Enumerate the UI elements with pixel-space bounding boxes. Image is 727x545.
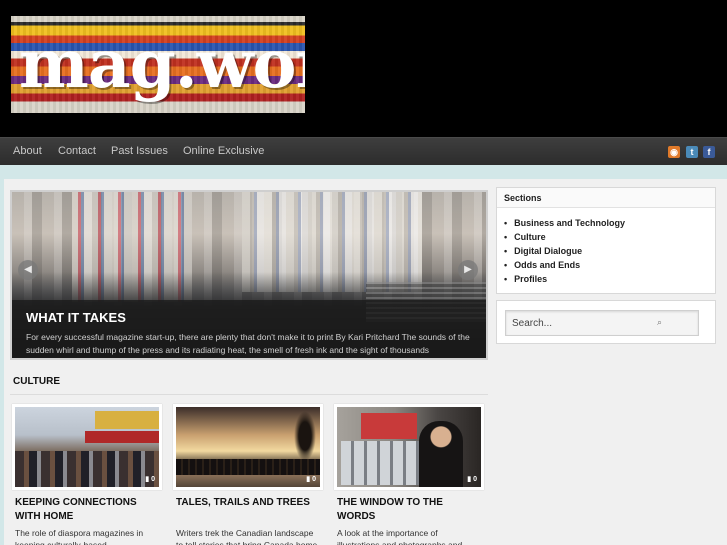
comment-count[interactable]: ▮ 0 <box>467 475 477 483</box>
article-card: ▮ 0 THE WINDOW TO THE WORDS A look at th… <box>334 404 484 545</box>
comment-count-value: 0 <box>151 476 155 483</box>
thumbnail-detail <box>419 421 463 487</box>
slider-next-icon[interactable]: ▶ <box>458 260 478 280</box>
article-excerpt: A look at the importance of illustration… <box>337 528 463 545</box>
sections-list: Business and Technology Culture Digital … <box>504 216 625 286</box>
logo-text: mag.world <box>19 25 305 103</box>
article-thumbnail[interactable]: ▮ 0 <box>12 404 162 490</box>
slide-title[interactable]: WHAT IT TAKES <box>26 310 126 325</box>
article-thumbnail[interactable]: ▮ 0 <box>334 404 484 490</box>
comment-count[interactable]: ▮ 0 <box>306 475 316 483</box>
thumbnail-detail <box>95 411 159 429</box>
comment-count-value: 0 <box>473 476 477 483</box>
search-input[interactable] <box>505 310 699 336</box>
article-card: ▮ 0 TALES, TRAILS AND TREES Writers trek… <box>173 404 323 545</box>
culture-heading: CULTURE <box>13 376 61 387</box>
nav-item-contact[interactable]: Contact <box>58 145 96 157</box>
rss-icon[interactable]: ◉ <box>668 146 680 158</box>
thumbnail-detail <box>294 411 316 461</box>
article-title[interactable]: TALES, TRAILS AND TREES <box>176 496 321 510</box>
thumbnail-detail <box>341 441 425 485</box>
thumbnail-detail <box>15 451 159 487</box>
twitter-icon[interactable]: t <box>686 146 698 158</box>
section-link-business-technology[interactable]: Business and Technology <box>504 216 625 230</box>
comment-count-value: 0 <box>312 476 316 483</box>
nav-item-past-issues[interactable]: Past Issues <box>111 145 168 157</box>
slide-excerpt: For every successful magazine start-up, … <box>26 332 470 355</box>
search-icon[interactable]: ⌕ <box>657 317 662 328</box>
slider-prev-icon[interactable]: ◀ <box>18 260 38 280</box>
article-title[interactable]: THE WINDOW TO THE WORDS <box>337 496 482 524</box>
thumbnail-detail <box>85 431 159 443</box>
thumbnail-detail <box>176 459 320 475</box>
section-link-odds-and-ends[interactable]: Odds and Ends <box>504 258 625 272</box>
facebook-icon[interactable]: f <box>703 146 715 158</box>
search-widget: ⌕ <box>496 300 716 344</box>
section-link-culture[interactable]: Culture <box>504 230 625 244</box>
sections-widget: Sections Business and Technology Culture… <box>496 187 716 294</box>
thumbnail-detail <box>361 413 417 439</box>
comment-count[interactable]: ▮ 0 <box>145 475 155 483</box>
site-header: mag.world <box>0 0 727 137</box>
featured-slider[interactable]: WHAT IT TAKES For every successful magaz… <box>10 190 488 360</box>
divider <box>10 394 488 395</box>
sections-title: Sections <box>497 188 715 208</box>
thumbnail-detail <box>176 475 320 487</box>
article-title[interactable]: KEEPING CONNECTIONS WITH HOME <box>15 496 160 524</box>
nav-item-about[interactable]: About <box>13 145 42 157</box>
section-link-profiles[interactable]: Profiles <box>504 272 625 286</box>
main-nav: About Contact Past Issues Online Exclusi… <box>0 137 727 165</box>
site-logo[interactable]: mag.world <box>11 16 305 113</box>
article-card: ▮ 0 KEEPING CONNECTIONS WITH HOME The ro… <box>12 404 162 545</box>
article-excerpt: The role of diaspora magazines in keepin… <box>15 528 144 545</box>
article-excerpt: Writers trek the Canadian landscape to t… <box>176 528 318 545</box>
section-link-digital-dialogue[interactable]: Digital Dialogue <box>504 244 625 258</box>
article-thumbnail[interactable]: ▮ 0 <box>173 404 323 490</box>
nav-item-online-exclusive[interactable]: Online Exclusive <box>183 145 264 157</box>
